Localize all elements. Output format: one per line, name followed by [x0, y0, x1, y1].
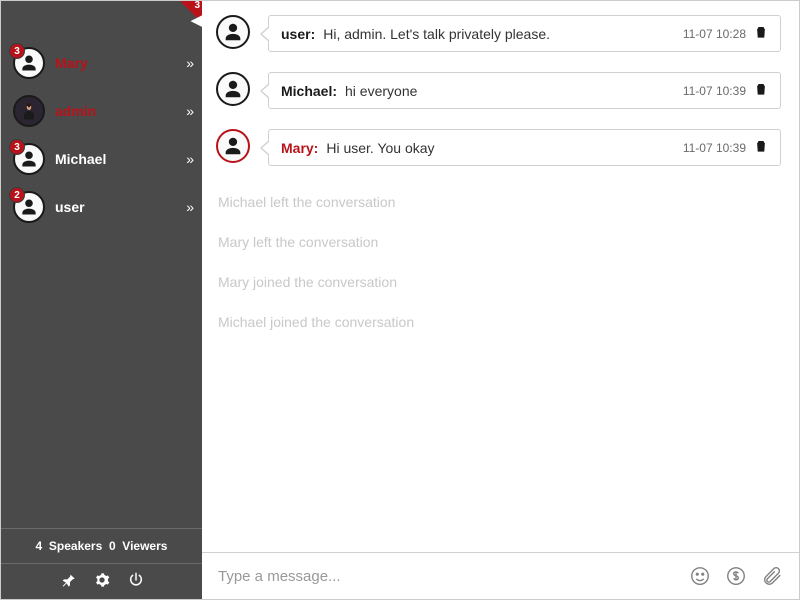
- chevrons-icon[interactable]: »: [186, 151, 192, 167]
- power-icon[interactable]: [128, 572, 144, 591]
- avatar: 2: [13, 191, 45, 223]
- dollar-icon[interactable]: [725, 565, 747, 587]
- sidebar-footer: 4 Speakers 0 Viewers: [1, 528, 202, 599]
- message-body: Hi user. You okay: [326, 140, 682, 156]
- viewers-count: 0: [109, 539, 116, 553]
- attach-icon[interactable]: [761, 565, 783, 587]
- avatar: 3: [13, 143, 45, 175]
- speakers-count: 4: [36, 539, 43, 553]
- message-body: Hi, admin. Let's talk privately please.: [323, 26, 683, 42]
- sidebar: 3 ◀ 3Mary»admin»3Michael»2user» 4 Speake…: [1, 1, 202, 599]
- message-time: 11-07 10:28: [683, 27, 746, 41]
- message-bubble: Michael: hi everyone11-07 10:39: [268, 72, 781, 109]
- chevrons-icon[interactable]: »: [186, 103, 192, 119]
- composer-icons: [689, 565, 783, 587]
- pin-icon[interactable]: [60, 572, 76, 591]
- contact-name: user: [55, 199, 186, 215]
- main-panel: user: Hi, admin. Let's talk privately ple…: [202, 1, 799, 599]
- composer: [202, 552, 799, 599]
- message-avatar: [216, 15, 250, 49]
- chevrons-icon[interactable]: »: [186, 55, 192, 71]
- trash-icon[interactable]: [754, 25, 768, 42]
- emoji-icon[interactable]: [689, 565, 711, 587]
- contact-name: Mary: [55, 55, 186, 71]
- message-sender: Michael:: [281, 83, 337, 99]
- stats-bar: 4 Speakers 0 Viewers: [1, 529, 202, 563]
- contact-name: Michael: [55, 151, 186, 167]
- system-message: Michael joined the conversation: [216, 306, 781, 338]
- avatar: 3: [13, 47, 45, 79]
- gear-icon[interactable]: [94, 572, 110, 591]
- collapse-sidebar-icon[interactable]: ◀: [190, 11, 202, 29]
- chat-app: 3 ◀ 3Mary»admin»3Michael»2user» 4 Speake…: [0, 0, 800, 600]
- message-row: Mary: Hi user. You okay11-07 10:39: [216, 129, 781, 166]
- unread-badge: 3: [9, 139, 25, 155]
- avatar: [13, 95, 45, 127]
- message-row: user: Hi, admin. Let's talk privately ple…: [216, 15, 781, 52]
- trash-icon[interactable]: [754, 139, 768, 156]
- message-time: 11-07 10:39: [683, 141, 746, 155]
- viewers-label: Viewers: [122, 539, 167, 553]
- message-sender: Mary:: [281, 140, 318, 156]
- contact-item[interactable]: 3 Mary»: [1, 39, 202, 87]
- trash-icon[interactable]: [754, 82, 768, 99]
- system-message: Mary joined the conversation: [216, 266, 781, 298]
- messages-list: user: Hi, admin. Let's talk privately ple…: [202, 1, 799, 552]
- speakers-label: Speakers: [49, 539, 102, 553]
- sidebar-toolbar: [1, 563, 202, 599]
- message-bubble: Mary: Hi user. You okay11-07 10:39: [268, 129, 781, 166]
- system-message: Mary left the conversation: [216, 226, 781, 258]
- contact-name: admin: [55, 103, 186, 119]
- message-sender: user:: [281, 26, 315, 42]
- message-input[interactable]: [218, 568, 689, 585]
- chevrons-icon[interactable]: »: [186, 199, 192, 215]
- notification-count: 3: [194, 0, 200, 11]
- unread-badge: 2: [9, 187, 25, 203]
- message-row: Michael: hi everyone11-07 10:39: [216, 72, 781, 109]
- message-time: 11-07 10:39: [683, 84, 746, 98]
- system-message: Michael left the conversation: [216, 186, 781, 218]
- message-bubble: user: Hi, admin. Let's talk privately ple…: [268, 15, 781, 52]
- contact-item[interactable]: 3 Michael»: [1, 135, 202, 183]
- message-avatar: [216, 72, 250, 106]
- message-avatar: [216, 129, 250, 163]
- message-body: hi everyone: [345, 83, 683, 99]
- unread-badge: 3: [9, 43, 25, 59]
- contact-item[interactable]: 2 user»: [1, 183, 202, 231]
- contacts-list: 3Mary»admin»3Michael»2user»: [1, 1, 202, 528]
- contact-item[interactable]: admin»: [1, 87, 202, 135]
